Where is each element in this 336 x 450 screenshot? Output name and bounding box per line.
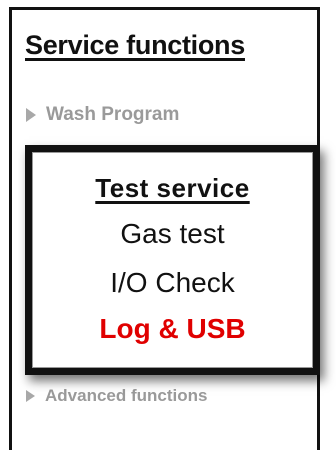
test-service-popup: Test service Gas test I/O Check Log & US… [25, 145, 320, 375]
menu-item-label: Wash Program [46, 104, 180, 125]
menu-item-advanced-functions[interactable]: Advanced functions [26, 386, 207, 406]
triangle-right-icon [26, 390, 35, 402]
page-title: Service functions [25, 30, 245, 60]
menu-item-wash-program[interactable]: Wash Program [26, 104, 179, 126]
triangle-right-icon [26, 108, 36, 122]
menu-item-label: Advanced functions [45, 386, 208, 405]
popup-title: Test service [95, 173, 250, 203]
popup-item-gas-test[interactable]: Gas test [33, 218, 312, 250]
popup-item-log-usb[interactable]: Log & USB [33, 313, 312, 345]
popup-item-io-check[interactable]: I/O Check [33, 267, 312, 299]
popup-panel: Test service Gas test I/O Check Log & US… [32, 152, 313, 368]
